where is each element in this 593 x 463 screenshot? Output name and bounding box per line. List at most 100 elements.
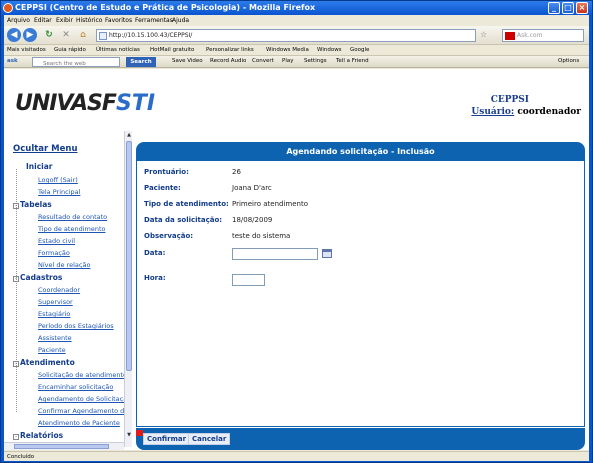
menu-agendamento-solicitacao[interactable]: Agendamento de Solicitação [38,395,131,403]
menu-ferramentas[interactable]: Ferramentas [135,17,173,24]
bookmark-item[interactable]: Mais visitados [7,47,46,53]
browser-client: Arquivo Editar Exibir Histórico Favorito… [4,15,589,461]
back-icon[interactable]: ◀ [7,28,21,42]
hora-input[interactable] [232,274,265,286]
menu-estado-civil[interactable]: Estado civil [38,237,75,245]
menu-historico[interactable]: Histórico [76,17,102,24]
save-video-button[interactable]: Save Video [172,58,203,64]
menu-tipo-atendimento[interactable]: Tipo de atendimento [38,225,106,233]
menu-coordenador[interactable]: Coordenador [38,286,80,294]
collapse-icon[interactable]: - [13,434,19,440]
close-button[interactable]: × [576,2,588,14]
reload-icon[interactable]: ↻ [42,28,56,42]
bookmark-item[interactable]: Windows Media [266,47,309,53]
settings-button[interactable]: Settings [304,58,327,64]
bookmark-item[interactable]: Windows [317,47,342,53]
menu-estagiario[interactable]: Estagiário [38,310,70,318]
group-relatorios[interactable]: - Relatórios [13,431,63,440]
confirm-button[interactable]: Confirmar [143,433,191,445]
form-panel: Agendando solicitação - Inclusão Prontuá… [136,142,586,450]
bookmark-item[interactable]: Google [350,47,369,53]
web-page: UNIVASF STI CEPPSI Usuário: coordenador … [4,69,589,450]
star-icon[interactable]: ☆ [480,30,487,39]
collapse-icon[interactable]: - [13,361,19,367]
menu-nivel-relacao[interactable]: Nível de relação [38,261,90,269]
form-body: Prontuário: 26 Paciente: Joana D'arc Tip… [136,161,585,427]
sti-logo: STI [116,91,156,116]
field-label: Tipo de atendimento: [144,200,229,208]
options-button[interactable]: Options [558,58,579,64]
group-iniciar[interactable]: Iniciar [26,162,52,171]
menu-ajuda[interactable]: Ajuda [172,17,189,24]
ask-search-button[interactable]: Search [126,57,156,67]
menu-favoritos[interactable]: Favoritos [105,17,132,24]
convert-button[interactable]: Convert [252,58,274,64]
collapse-icon[interactable]: - [13,276,19,282]
menu-logoff[interactable]: Logoff (Sair) [38,176,78,184]
page-header: UNIVASF STI CEPPSI Usuário: coordenador [4,69,589,131]
ask-search-input[interactable]: Search the web [32,57,120,67]
bookmark-item[interactable]: Últimas notícias [96,47,140,53]
field-label: Observação: [144,232,194,240]
sidebar-horizontal-scrollbar[interactable] [4,442,124,450]
calendar-icon[interactable] [322,249,332,258]
cancel-button[interactable]: Cancelar [188,433,231,445]
search-engine-icon[interactable] [505,32,515,40]
menu-supervisor[interactable]: Supervisor [38,298,73,306]
field-label: Data: [144,249,166,257]
play-button[interactable]: Play [282,58,293,64]
group-atendimento[interactable]: - Atendimento [13,358,75,367]
menu-formacao[interactable]: Formação [38,249,70,257]
sidebar-vertical-scrollbar[interactable]: ▲ ▼ [124,131,132,447]
stop-icon[interactable]: ✕ [59,28,73,42]
firefox-icon [3,3,13,13]
group-cadastros[interactable]: - Cadastros [13,273,62,282]
field-label: Paciente: [144,184,181,192]
menu-encaminhar-solicitacao[interactable]: Encaminhar solicitação [38,383,113,391]
org-name: CEPPSI [490,95,529,105]
status-text: Concluído [7,454,35,460]
field-value: teste do sistema [232,232,291,240]
tell-friend-button[interactable]: Tell a Friend [336,58,369,64]
field-label: Data da solicitação: [144,216,223,224]
scrollbar-thumb[interactable] [14,444,109,449]
address-bar[interactable]: http://10.15.100.43/CEPPSI/ [96,29,476,42]
browser-window: CEPPSI (Centro de Estudo e Prática de Ps… [0,0,593,463]
flag-icon [136,430,143,436]
form-title: Agendando solicitação - Inclusão [136,142,585,161]
collapse-icon[interactable]: - [13,203,19,209]
menu-exibir[interactable]: Exibir [56,17,73,24]
hide-menu-link[interactable]: Ocultar Menu [13,144,78,154]
home-icon[interactable]: ⌂ [76,28,90,42]
menu-arquivo[interactable]: Arquivo [7,17,30,24]
menu-atendimento-paciente[interactable]: Atendimento de Paciente [38,419,120,427]
bookmark-item[interactable]: Guia rápido [54,47,86,53]
bookmarks-bar: Mais visitados Guia rápido Últimas notíc… [4,45,589,56]
menu-periodo-estagiarios[interactable]: Período dos Estagiários [38,322,114,330]
menu-editar[interactable]: Editar [34,17,52,24]
univasf-logo: UNIVASF [15,91,117,116]
scrollbar-thumb[interactable] [126,141,132,371]
forward-icon[interactable]: ▶ [23,28,37,42]
scroll-down-icon[interactable]: ▼ [125,431,132,439]
navigation-toolbar: ◀ ▶ ↻ ✕ ⌂ http://10.15.100.43/CEPPSI/ ☆ … [4,26,589,45]
data-input[interactable] [232,248,318,260]
menu-assistente[interactable]: Assistente [38,334,72,342]
minimize-button[interactable]: _ [548,2,560,14]
menu-solicitacao-atendimento[interactable]: Solicitação de atendimento [38,371,127,379]
menu-tela-principal[interactable]: Tela Principal [38,188,80,196]
scroll-up-icon[interactable]: ▲ [125,131,132,139]
menu-paciente[interactable]: Paciente [38,346,66,354]
search-placeholder: Ask.com [517,32,543,39]
bookmark-item[interactable]: Personalizar links [206,47,254,53]
menu-confirmar-agendamento[interactable]: Confirmar Agendamento de Sc [38,407,132,415]
title-bar: CEPPSI (Centro de Estudo e Prática de Ps… [1,1,592,15]
maximize-button[interactable]: □ [562,2,574,14]
menu-bar: Arquivo Editar Exibir Histórico Favorito… [4,15,589,26]
field-value: Joana D'arc [232,184,272,192]
search-input[interactable]: Ask.com [502,29,584,42]
menu-resultado-contato[interactable]: Resultado de contato [38,213,107,221]
record-audio-button[interactable]: Record Audio [210,58,246,64]
group-tabelas[interactable]: - Tabelas [13,200,52,209]
bookmark-item[interactable]: HotMail gratuito [150,47,194,53]
